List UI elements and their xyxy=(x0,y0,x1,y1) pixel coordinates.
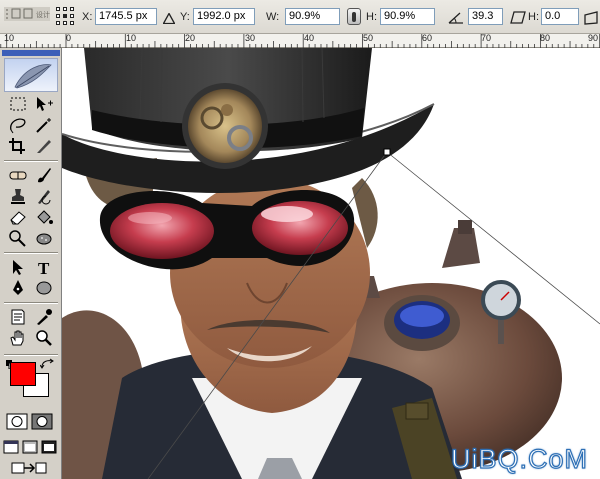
document-canvas[interactable]: UiBQ.CoM xyxy=(62,48,600,479)
marquee-icon[interactable] xyxy=(6,93,30,114)
ruler-label: 30 xyxy=(245,33,256,43)
rotate-field[interactable]: 39.3 xyxy=(468,8,503,25)
ruler-label: 10 xyxy=(126,33,137,43)
toolbox: T xyxy=(0,48,62,479)
options-bar-grip: 设计 xyxy=(4,6,54,23)
transform-handle[interactable] xyxy=(383,148,391,156)
svg-text:设计: 设计 xyxy=(36,10,50,19)
history-brush-icon[interactable] xyxy=(32,185,56,206)
jump-to-imageready-icon[interactable] xyxy=(6,458,50,479)
move-icon[interactable] xyxy=(32,93,56,114)
toolbox-separator xyxy=(4,302,58,304)
feather-logo-icon[interactable] xyxy=(4,58,58,92)
width-label: W: xyxy=(266,10,280,23)
zoom-icon[interactable] xyxy=(32,327,56,348)
eyedropper-icon[interactable] xyxy=(32,306,56,327)
skew-h-field[interactable]: 0.0 xyxy=(541,8,579,25)
pen-icon[interactable] xyxy=(6,277,30,298)
shape-icon[interactable] xyxy=(32,277,56,298)
dodge-icon[interactable] xyxy=(6,227,30,248)
ruler-label: 90 xyxy=(588,33,599,43)
ruler-label: 0 xyxy=(66,33,72,43)
foreground-color-swatch[interactable] xyxy=(10,362,36,386)
width-field[interactable]: 90.9% xyxy=(285,8,340,25)
options-bar: 设计 X: 1745.5 px Y: 1992.0 px W: 90.9% H:… xyxy=(0,0,600,34)
brush-icon[interactable] xyxy=(32,164,56,185)
ruler-label: 20 xyxy=(185,33,196,43)
crop-icon[interactable] xyxy=(6,135,30,156)
svg-text:T: T xyxy=(38,259,50,276)
height-label: H: xyxy=(366,10,377,23)
horizontal-ruler[interactable]: 10 0 10 20 30 40 50 60 70 80 90 xyxy=(0,34,600,48)
eraser-icon[interactable] xyxy=(6,206,30,227)
swap-colors-icon[interactable] xyxy=(39,358,54,370)
relative-position-icon[interactable] xyxy=(163,10,175,27)
skew-v-icon xyxy=(584,9,598,26)
screen-mode-full-icon[interactable] xyxy=(40,436,58,457)
ruler-label: 10 xyxy=(4,33,15,43)
y-label: Y: xyxy=(180,10,190,23)
skew-icon xyxy=(510,9,526,26)
maintain-aspect-link-icon[interactable] xyxy=(347,8,361,25)
steampunk-artwork xyxy=(62,48,600,479)
quick-mask-icon[interactable] xyxy=(30,410,54,431)
site-watermark: UiBQ.CoM xyxy=(450,443,588,474)
screen-mode-standard-icon[interactable] xyxy=(2,436,20,457)
lasso-icon[interactable] xyxy=(6,114,30,135)
ruler-label: 50 xyxy=(363,33,374,43)
magic-wand-icon[interactable] xyxy=(32,114,56,135)
type-icon[interactable]: T xyxy=(32,256,56,277)
rotate-angle-icon xyxy=(448,9,464,26)
screen-mode-full-menu-icon[interactable] xyxy=(21,436,39,457)
toolbox-separator xyxy=(4,354,58,356)
clone-stamp-icon[interactable] xyxy=(6,185,30,206)
hand-icon[interactable] xyxy=(6,327,30,348)
paint-bucket-icon[interactable] xyxy=(32,206,56,227)
skew-h-label: H: xyxy=(528,10,539,23)
y-position-field[interactable]: 1992.0 px xyxy=(193,8,255,25)
notes-icon[interactable] xyxy=(6,306,30,327)
ruler-label: 40 xyxy=(304,33,315,43)
toolbox-separator xyxy=(4,160,58,162)
path-select-icon[interactable] xyxy=(6,256,30,277)
height-field[interactable]: 90.9% xyxy=(380,8,435,25)
ruler-label: 70 xyxy=(481,33,492,43)
standard-mode-icon[interactable] xyxy=(5,410,29,431)
toolbox-title-bar[interactable] xyxy=(2,50,60,56)
toolbox-separator xyxy=(4,252,58,254)
reference-point-icon[interactable] xyxy=(56,6,74,25)
x-label: X: xyxy=(82,10,93,23)
slice-icon[interactable] xyxy=(32,135,56,156)
sponge-icon[interactable] xyxy=(32,227,56,248)
healing-brush-icon[interactable] xyxy=(6,164,30,185)
ruler-label: 80 xyxy=(540,33,551,43)
ruler-label: 60 xyxy=(422,33,433,43)
x-position-field[interactable]: 1745.5 px xyxy=(95,8,157,25)
